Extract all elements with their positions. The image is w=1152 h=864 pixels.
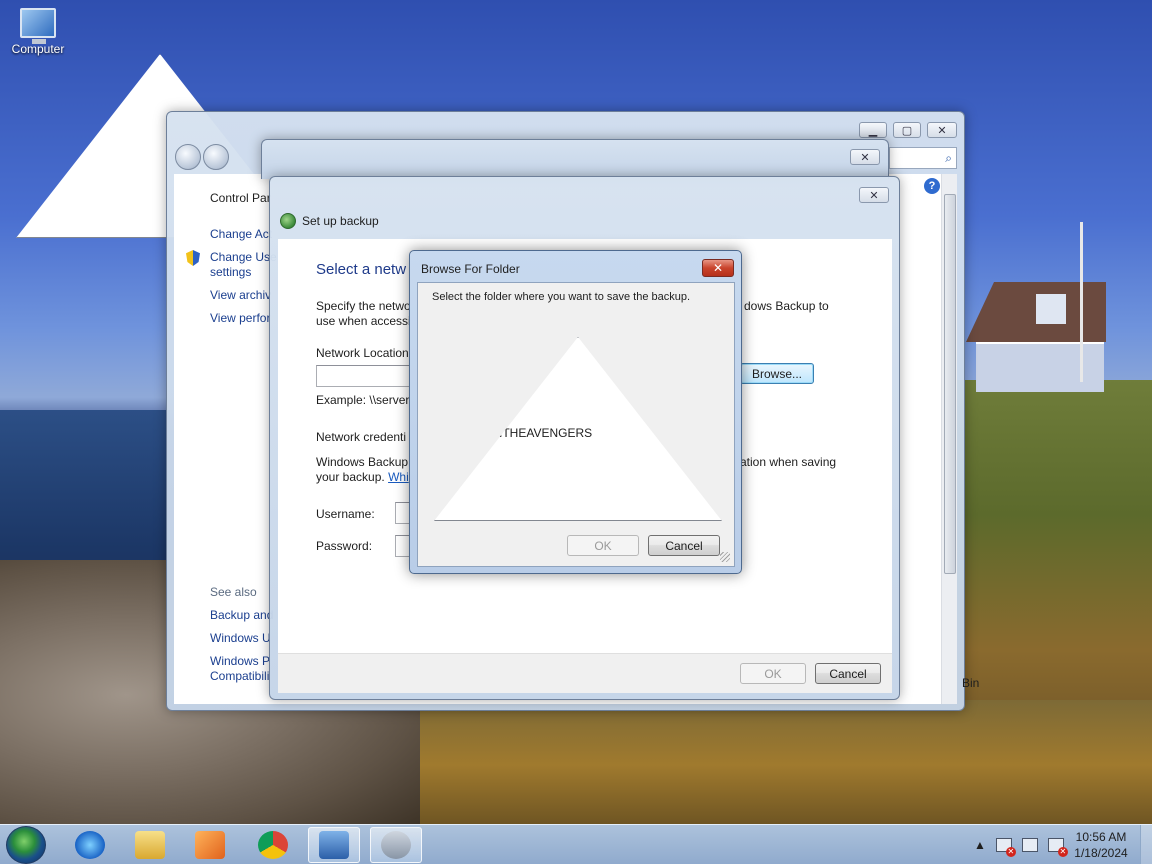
minimize-button[interactable]: ▁ [859, 122, 887, 138]
intro-text-line1: Specify the netwo [316, 299, 411, 313]
credentials-text-line1: Windows Backup [316, 455, 409, 469]
network-icon [443, 341, 459, 355]
tree-node-network[interactable]: Network [443, 340, 508, 358]
computer-icon [456, 427, 474, 439]
sidebar-windows-p-link[interactable]: Windows P [210, 654, 270, 668]
taskbar-explorer[interactable] [124, 827, 176, 863]
tree-node-vm1[interactable]: VM1 [456, 403, 504, 421]
credentials-text-line2: your backup. Whi [316, 470, 409, 484]
taskbar-control-panel[interactable] [308, 827, 360, 863]
media-player-icon [195, 831, 225, 859]
computer-icon [456, 406, 474, 418]
taskbar: ▲ 10:56 AM 1/18/2024 [0, 824, 1152, 864]
backup-icon [280, 213, 296, 229]
close-button[interactable]: ✕ [859, 187, 889, 203]
uac-shield-icon [186, 250, 200, 266]
computer-icon [452, 385, 470, 397]
system-clock[interactable]: 10:56 AM 1/18/2024 [1068, 829, 1134, 861]
scrollbar-thumb[interactable] [944, 194, 956, 574]
clock-date: 1/18/2024 [1074, 846, 1128, 860]
computer-icon [456, 364, 474, 376]
search-input[interactable]: ⌕ [889, 147, 957, 169]
wallpaper-flagpole [1080, 222, 1083, 382]
resize-grip[interactable] [720, 552, 730, 562]
intro-text-line2: use when accessin [316, 314, 418, 328]
sidebar-backup-link[interactable]: Backup and [210, 608, 273, 622]
sidebar-change-user-link-line2[interactable]: settings [210, 265, 251, 279]
volume-muted-icon[interactable] [1047, 838, 1068, 857]
control-panel-icon [319, 831, 349, 859]
help-icon[interactable]: ? [924, 178, 940, 194]
tree-node-ad[interactable]: AD [456, 361, 496, 379]
search-icon: ⌕ [945, 151, 952, 165]
internet-explorer-icon [75, 831, 105, 859]
browse-for-folder-dialog[interactable]: Browse For Folder ✕ Select the folder wh… [409, 250, 742, 574]
dialog-ok-button[interactable]: OK [567, 535, 639, 556]
intro-text-line1-tail: dows Backup to [744, 299, 829, 313]
desktop-computer-label: Computer [11, 42, 65, 56]
action-center-icon[interactable] [995, 838, 1016, 857]
right-edge-text: Bin [962, 676, 980, 690]
dialog-cancel-button[interactable]: Cancel [648, 535, 720, 556]
folder-icon [135, 831, 165, 859]
sidebar-change-user-link[interactable]: Change Use [210, 250, 277, 264]
example-text: Example: \\server\ [316, 393, 413, 407]
show-hidden-icons-icon[interactable]: ▲ [974, 838, 986, 852]
sidebar-windows-u-link[interactable]: Windows U [210, 631, 271, 645]
forward-button[interactable] [203, 144, 229, 170]
backup-icon [381, 831, 411, 859]
close-button[interactable]: ✕ [927, 122, 957, 138]
setup-backup-footer: OK Cancel [278, 653, 892, 693]
maximize-button[interactable]: ▢ [893, 122, 921, 138]
username-label: Username: [316, 507, 375, 521]
system-tray: ▲ [968, 827, 1068, 863]
close-button[interactable]: ✕ [850, 149, 880, 165]
expand-arrow-icon[interactable]: ▷ [444, 427, 451, 438]
tree-node-wintheavengers[interactable]: WINTHEAVENGERS [456, 424, 592, 442]
taskbar-backup[interactable] [370, 827, 422, 863]
start-button[interactable] [6, 826, 46, 864]
network-tray-icon[interactable] [1021, 838, 1038, 852]
dialog-instruction: Select the folder where you want to save… [432, 291, 691, 303]
help-link[interactable]: Whi [388, 470, 409, 484]
see-also-heading: See also [210, 585, 257, 599]
browse-button[interactable]: Browse... [740, 363, 814, 384]
cancel-button[interactable]: Cancel [815, 663, 881, 684]
wallpaper-meadow [400, 700, 1152, 830]
network-location-input[interactable] [316, 365, 416, 387]
sidebar-view-archive-link[interactable]: View archiv [210, 288, 271, 302]
expand-arrow-icon[interactable]: ▷ [444, 364, 451, 375]
network-location-label: Network Location [316, 346, 409, 360]
wallpaper-house [966, 282, 1106, 392]
network-credentials-label: Network credenti [316, 430, 407, 444]
folder-tree[interactable]: Network ▷ AD VM0B0T VM1 ▷ WINTHEAVENGERS [434, 337, 722, 521]
sidebar-change-act-link[interactable]: Change Act [210, 227, 272, 241]
vertical-scrollbar[interactable] [941, 174, 957, 704]
window-title: Set up backup [302, 214, 379, 228]
show-desktop-button[interactable] [1140, 825, 1152, 864]
dialog-title: Browse For Folder [421, 262, 520, 276]
dialog-body: Select the folder where you want to save… [417, 282, 735, 567]
tree-node-vm0b0t[interactable]: VM0B0T [452, 381, 526, 399]
middle-window[interactable]: ✕ [261, 139, 889, 179]
ok-button[interactable]: OK [740, 663, 806, 684]
page-title: Select a netw [316, 261, 407, 278]
taskbar-chrome[interactable] [247, 827, 299, 863]
credentials-text-line1-tail: ation when saving [740, 455, 837, 469]
computer-icon [20, 8, 56, 44]
sidebar-view-perf-link[interactable]: View perfor [210, 311, 270, 325]
clock-time: 10:56 AM [1075, 830, 1127, 844]
dialog-close-button[interactable]: ✕ [702, 259, 734, 277]
sidebar-home-link[interactable]: Control Par [210, 191, 271, 205]
close-icon: ✕ [712, 261, 724, 275]
desktop-computer-icon[interactable]: Computer [8, 8, 68, 56]
password-label: Password: [316, 539, 373, 553]
taskbar-media-player[interactable] [184, 827, 236, 863]
taskbar-ie[interactable] [64, 827, 116, 863]
chrome-icon [258, 831, 288, 859]
back-button[interactable] [175, 144, 201, 170]
sidebar-windows-p-link-line2[interactable]: Compatibili [210, 669, 269, 683]
